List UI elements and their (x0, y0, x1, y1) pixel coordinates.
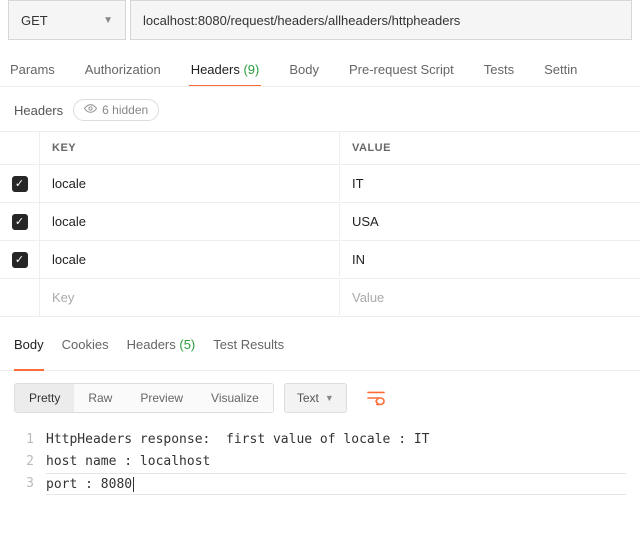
text-cursor (133, 477, 134, 492)
response-body[interactable]: 123 HttpHeaders response: first value of… (0, 425, 640, 499)
tab-headers-count: (9) (243, 62, 259, 77)
tab-authorization[interactable]: Authorization (83, 52, 163, 86)
header-value-placeholder[interactable]: Value (340, 280, 640, 315)
headers-table: KEY VALUE ✓ locale IT ✓ locale USA ✓ loc… (0, 132, 640, 317)
language-value: Text (297, 391, 319, 405)
wrap-icon (366, 390, 386, 406)
response-tabs: Body Cookies Headers (5) Test Results (0, 323, 640, 371)
table-row[interactable]: ✓ locale IN (0, 241, 640, 279)
row-enable-checkbox[interactable]: ✓ (12, 176, 28, 192)
headers-table-head: KEY VALUE (0, 132, 640, 165)
view-mode-segment: Pretty Raw Preview Visualize (14, 383, 274, 413)
table-row[interactable]: ✓ locale IT (0, 165, 640, 203)
resp-tab-body[interactable]: Body (14, 337, 44, 371)
header-key[interactable]: locale (40, 166, 340, 201)
table-row-new[interactable]: Key Value (0, 279, 640, 317)
header-value[interactable]: USA (340, 204, 640, 239)
tab-settings[interactable]: Settin (542, 52, 579, 86)
view-pretty[interactable]: Pretty (15, 384, 74, 412)
header-key[interactable]: locale (40, 204, 340, 239)
tab-headers[interactable]: Headers (9) (189, 52, 262, 87)
view-visualize[interactable]: Visualize (197, 384, 273, 412)
row-enable-checkbox[interactable]: ✓ (12, 214, 28, 230)
view-raw[interactable]: Raw (74, 384, 126, 412)
tab-headers-label: Headers (191, 62, 240, 77)
line-gutter: 123 (14, 429, 46, 495)
header-value[interactable]: IT (340, 166, 640, 201)
resp-tab-cookies[interactable]: Cookies (62, 337, 109, 360)
eye-icon (84, 102, 97, 118)
resp-tab-testresults[interactable]: Test Results (213, 337, 284, 360)
header-value[interactable]: IN (340, 242, 640, 277)
request-url-input[interactable] (130, 0, 632, 40)
tab-prerequest[interactable]: Pre-request Script (347, 52, 456, 86)
response-lines: HttpHeaders response: first value of loc… (46, 429, 626, 495)
language-select[interactable]: Text ▼ (284, 383, 347, 413)
col-key: KEY (40, 132, 340, 164)
hidden-headers-text: 6 hidden (102, 103, 148, 117)
header-key[interactable]: locale (40, 242, 340, 277)
caret-down-icon: ▼ (103, 15, 113, 26)
http-method-value: GET (21, 13, 48, 28)
response-line: HttpHeaders response: first value of loc… (46, 429, 626, 451)
body-toolbar: Pretty Raw Preview Visualize Text ▼ (0, 371, 640, 425)
resp-tab-headers-label: Headers (127, 337, 176, 352)
headers-subbar: Headers 6 hidden (0, 87, 640, 132)
response-line: port : 8080 (46, 477, 132, 492)
col-value: VALUE (340, 132, 640, 164)
view-preview[interactable]: Preview (126, 384, 197, 412)
resp-tab-headers-count: (5) (179, 337, 195, 352)
header-key-placeholder[interactable]: Key (40, 280, 340, 315)
hidden-headers-pill[interactable]: 6 hidden (73, 99, 159, 121)
request-tabs: Params Authorization Headers (9) Body Pr… (0, 52, 640, 87)
resp-tab-headers[interactable]: Headers (5) (127, 337, 196, 360)
row-enable-checkbox[interactable]: ✓ (12, 252, 28, 268)
tab-tests[interactable]: Tests (482, 52, 516, 86)
tab-body[interactable]: Body (287, 52, 321, 86)
table-row[interactable]: ✓ locale USA (0, 203, 640, 241)
caret-down-icon: ▼ (325, 393, 334, 403)
response-line: host name : localhost (46, 451, 626, 473)
http-method-select[interactable]: GET ▼ (8, 0, 126, 40)
wrap-lines-button[interactable] (359, 383, 393, 413)
headers-title: Headers (14, 103, 63, 118)
tab-params[interactable]: Params (8, 52, 57, 86)
